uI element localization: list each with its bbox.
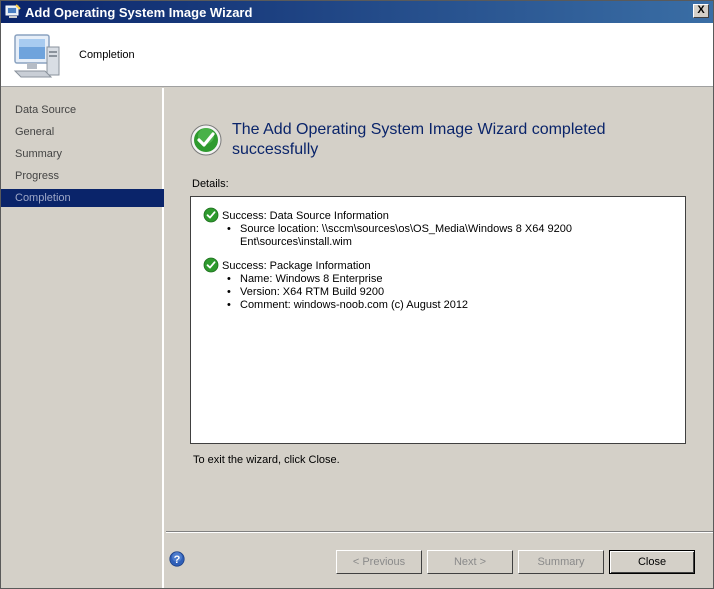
page-title: Completion (79, 49, 135, 61)
section-heading: Success: Data Source Information (203, 207, 673, 223)
nav-item-summary[interactable]: Summary (1, 145, 164, 163)
detail-line: Version: X64 RTM Build 9200 (227, 286, 673, 299)
section-heading: Success: Package Information (203, 257, 673, 273)
details-label: Details: (192, 178, 229, 190)
previous-button[interactable]: < Previous (336, 550, 422, 574)
success-check-icon (203, 207, 219, 223)
next-button[interactable]: Next > (427, 550, 513, 574)
details-box[interactable]: Success: Data Source Information Source … (190, 196, 686, 444)
completion-headline: The Add Operating System Image Wizard co… (232, 121, 606, 158)
wizard-header: Completion (1, 23, 713, 87)
nav-item-completion[interactable]: Completion (1, 189, 164, 207)
details-section: Success: Data Source Information Source … (203, 207, 673, 249)
title-bar[interactable]: Add Operating System Image Wizard X (1, 1, 713, 23)
svg-text:?: ? (174, 554, 181, 566)
wizard-app-icon (5, 4, 21, 18)
close-window-button[interactable]: X (693, 4, 709, 18)
detail-line: Source location: \\sccm\sources\os\OS_Me… (227, 223, 673, 249)
section-heading-text: Success: Data Source Information (222, 210, 389, 222)
nav-item-progress[interactable]: Progress (1, 167, 164, 185)
detail-line: Name: Windows 8 Enterprise (227, 273, 673, 286)
close-button[interactable]: Close (609, 550, 695, 574)
wizard-window: Add Operating System Image Wizard X Comp… (0, 0, 714, 589)
nav-item-general[interactable]: General (1, 123, 164, 141)
success-check-icon (203, 257, 219, 273)
main-panel: The Add Operating System Image Wizard co… (166, 88, 713, 588)
details-section: Success: Package Information Name: Windo… (203, 257, 673, 312)
wizard-nav: Data Source General Summary Progress Com… (1, 88, 164, 588)
success-check-icon (190, 124, 222, 156)
divider (166, 531, 713, 533)
section-heading-text: Success: Package Information (222, 260, 371, 272)
help-icon[interactable]: ? (169, 551, 185, 567)
detail-line: Comment: windows-noob.com (c) August 201… (227, 299, 673, 312)
computer-icon (13, 34, 60, 78)
summary-button[interactable]: Summary (518, 550, 604, 574)
nav-item-data-source[interactable]: Data Source (1, 101, 164, 119)
window-title: Add Operating System Image Wizard (25, 5, 253, 20)
exit-instruction: To exit the wizard, click Close. (193, 454, 340, 466)
